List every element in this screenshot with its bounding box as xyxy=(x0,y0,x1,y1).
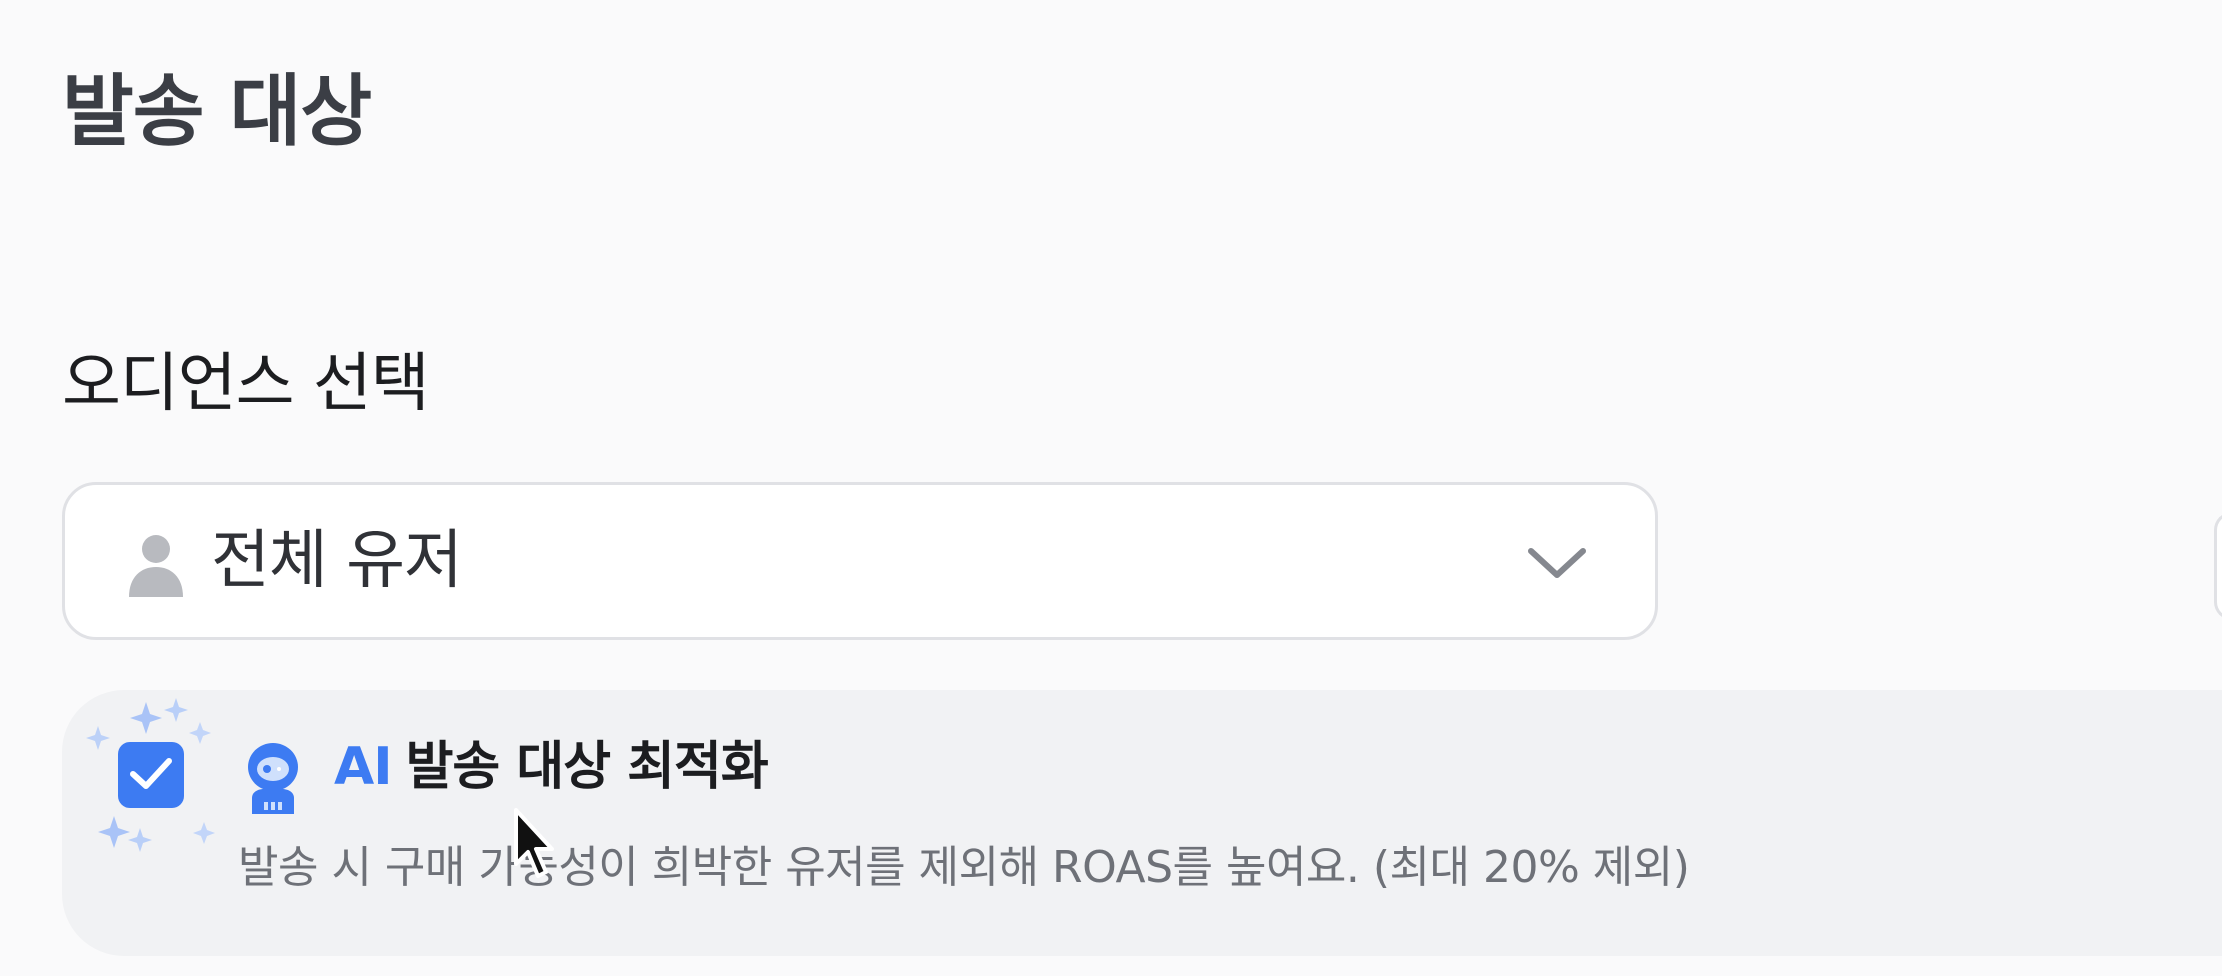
checkmark-icon xyxy=(130,758,172,789)
audience-select-label: 오디언스 선택 xyxy=(62,347,430,421)
audience-selected-value: 전체 유저 xyxy=(211,524,463,598)
mouse-pointer-icon xyxy=(514,808,554,878)
chevron-down-icon[interactable] xyxy=(1527,545,1587,581)
ai-option-title-text: 발송 대상 최적화 xyxy=(405,737,769,797)
ai-badge-text: AI xyxy=(334,737,393,797)
ai-option-description: 발송 시 구매 가능성이 희박한 유저를 제외해 ROAS를 높여요. (최대 … xyxy=(238,842,1690,893)
audience-dropdown[interactable]: 전체 유저 xyxy=(62,482,1658,640)
send-target-page: 발송 대상 오디언스 선택 전체 유저 AI 발송 대상 최적화 발송 시 구매… xyxy=(0,0,2222,976)
ai-target-optimization-card: AI 발송 대상 최적화 발송 시 구매 가능성이 희박한 유저를 제외해 ROA… xyxy=(62,690,2222,956)
adjacent-control-edge xyxy=(2214,512,2222,620)
ai-option-title: AI 발송 대상 최적화 xyxy=(334,736,769,798)
section-title: 발송 대상 xyxy=(62,67,372,157)
ai-optimization-checkbox[interactable] xyxy=(118,742,184,808)
robot-icon xyxy=(248,743,298,814)
person-icon xyxy=(129,535,183,597)
